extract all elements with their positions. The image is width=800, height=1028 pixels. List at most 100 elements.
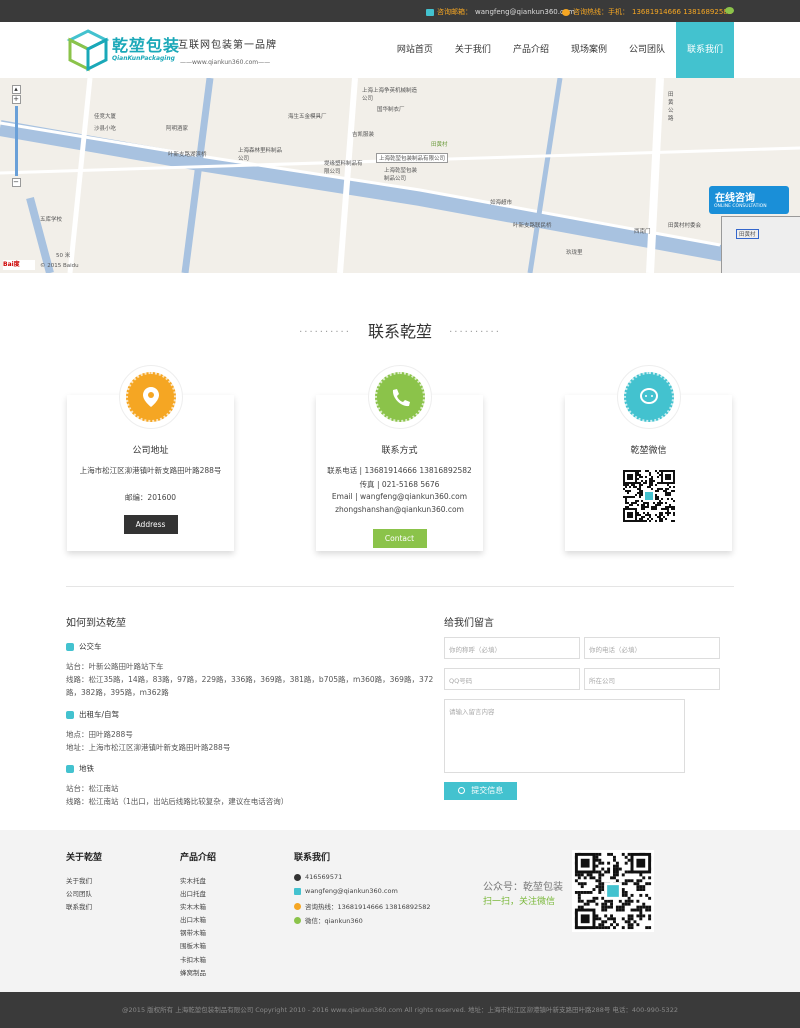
wechat-qr-code (621, 468, 677, 524)
topbar-email: 咨询邮箱： wangfeng@qiankun360.com (426, 7, 575, 17)
route-bus-lines: 线路：松江35路，14路，83路，97路，229路，336路，369路，381路… (66, 675, 434, 697)
card-line: Email | wangfeng@qiankun360.com (331, 492, 468, 501)
nav-products[interactable]: 产品介绍 (502, 22, 560, 78)
footer-link[interactable]: 出口托盘 (180, 888, 206, 898)
card-line: 联系电话 | 13681914666 13816892582 (327, 466, 472, 475)
footer-link[interactable]: 卡扣木箱 (180, 954, 206, 964)
map-overview[interactable]: 田黄村 (721, 216, 800, 273)
online-subtitle: ONLINE CONSULTATION (714, 204, 767, 209)
route-taxi-addr: 地址：上海市松江区泖港镇叶新支路田叶路288号 (66, 743, 231, 752)
logo-cube-icon (66, 29, 110, 72)
map-zoom-out-button[interactable]: − (11, 178, 21, 187)
card-line: 传真 | 021-5168 5676 (359, 480, 440, 489)
header: 乾堃包装 QianKunPackaging 互联网包装第一品牌 ——www.qi… (0, 22, 800, 78)
wechat-icon (294, 916, 301, 924)
map-label: 吉凯服装 (352, 132, 375, 138)
footer-wechat: 微信：qiankun360 (294, 915, 363, 925)
map-marker-label[interactable]: 上海乾堃包装制品有限公司 (376, 153, 449, 163)
topbar-phone-label: 咨询热线：手机： (573, 8, 629, 16)
footer-link[interactable]: 实木托盘 (180, 875, 206, 885)
footer-email-value[interactable]: wangfeng@qiankun360.com (305, 887, 398, 895)
footer-product-title: 产品介绍 (180, 853, 217, 863)
top-bar: 咨询邮箱： wangfeng@qiankun360.com 咨询热线：手机： 1… (0, 0, 800, 22)
card-title: 联系方式 (381, 446, 418, 456)
logo[interactable]: 乾堃包装 QianKunPackaging 互联网包装第一品牌 ——www.qi… (66, 28, 316, 72)
phone-icon (562, 8, 570, 16)
section-title-text: 联系乾堃 (367, 322, 432, 341)
map-label: 上海上海争英机械制造公司 (362, 88, 418, 102)
wechat-icon-wrap (616, 365, 681, 429)
footer-hotline: 咨询热线：13681914666 13816892582 (294, 901, 431, 911)
footer-link[interactable]: 钢带木箱 (180, 927, 206, 937)
topbar-phone: 咨询热线：手机： 13681914666 13816892582 (562, 7, 732, 17)
company-input[interactable]: 所在公司 (584, 668, 720, 690)
footer-qr-code (572, 850, 654, 932)
map-label: 西南门 (634, 229, 651, 235)
footer-qq: 416569571 (294, 873, 342, 881)
topbar-email-label: 咨询邮箱： (437, 8, 472, 16)
map-zoom-slider[interactable] (14, 106, 18, 176)
map-label: 五库学校 (40, 217, 63, 223)
map-label: 堤缘塑料制品有限公司 (324, 161, 363, 175)
topbar-email-value[interactable]: wangfeng@qiankun360.com (475, 8, 575, 16)
map-pan-up-icon[interactable]: ▴ (11, 85, 21, 94)
map-label: 田黄公路 (668, 92, 674, 122)
route-metro-line: 线路：松江南站（1出口，出站后线路比较复杂，建议在电话咨询） (66, 797, 289, 806)
footer-link[interactable]: 围板木箱 (180, 940, 206, 950)
footer-link[interactable]: 出口木箱 (180, 914, 206, 924)
footer-link[interactable]: 实木木箱 (180, 901, 206, 911)
address-button[interactable]: Address (123, 515, 178, 534)
name-input[interactable]: 你的称呼（必填） (444, 637, 580, 659)
submit-button[interactable]: 提交信息 (444, 782, 517, 800)
contact-button[interactable]: Contact (372, 529, 427, 548)
nav-about[interactable]: 关于我们 (444, 22, 502, 78)
footer-hotline-value: 咨询热线：13681914666 13816892582 (305, 903, 431, 911)
copyright-bar: @2015 版权所有 上海乾堃包装制品有限公司 Copyright 2010 -… (0, 992, 800, 1028)
footer-link[interactable]: 蜂窝制品 (180, 967, 206, 977)
minimap-label: 田黄村 (736, 229, 759, 239)
mail-icon (426, 8, 434, 16)
map-label: 阿明酒家 (166, 126, 189, 132)
footer-email: wangfeng@qiankun360.com (294, 887, 398, 895)
nav-home[interactable]: 网站首页 (386, 22, 444, 78)
map-label: 叶新支路联民桥 (513, 223, 552, 229)
card-title: 公司地址 (132, 446, 169, 456)
map-zoom-control[interactable]: ▴ + − (8, 84, 24, 188)
map-label: 沙县小吃 (94, 126, 117, 132)
logo-text: 乾堃包装 (112, 36, 181, 55)
footer-link[interactable]: 联系我们 (66, 901, 92, 911)
route-metro-stop: 站台：松江南站 (66, 784, 119, 793)
card-address: 公司地址 上海市松江区泖港镇叶新支路田叶路288号 邮编：201600 Addr… (67, 365, 234, 551)
qq-input[interactable]: QQ号码 (444, 668, 580, 690)
map-label: 佳竞大厦 (94, 114, 117, 120)
online-consultation-button[interactable]: 在线咨询 ONLINE CONSULTATION (709, 186, 789, 214)
card-contact: 联系方式 联系电话 | 13681914666 13816892582 传真 |… (316, 365, 483, 551)
phone-input[interactable]: 你的电话（必填） (584, 637, 720, 659)
footer-contact-title: 联系我们 (294, 853, 331, 863)
metro-icon (66, 764, 74, 773)
footer-link[interactable]: 关于我们 (66, 875, 92, 885)
message-textarea[interactable]: 请输入留言内容 (444, 699, 685, 773)
nav-team[interactable]: 公司团队 (618, 22, 676, 78)
baidu-map[interactable]: ▴ + − 佳竞大厦 沙县小吃 阿明酒家 海生五金模具厂 上海上海争英机械制造公… (0, 78, 800, 273)
route-bus-stop: 站台：叶新公路田叶路站下车 (66, 662, 164, 671)
topbar-wechat[interactable] (725, 7, 734, 14)
route-metro-head: 地铁 (66, 763, 94, 774)
wechat-icon[interactable] (725, 7, 734, 14)
map-label: 叶新支路湖滨桥 (168, 152, 207, 158)
card-line: 邮编：201600 (124, 493, 177, 502)
topbar-phone-value: 13681914666 13816892582 (632, 8, 733, 16)
map-zoom-in-button[interactable]: + (11, 95, 21, 104)
footer-link[interactable]: 公司团队 (66, 888, 92, 898)
card-title: 乾堃微信 (630, 446, 667, 456)
phone-icon (374, 372, 425, 422)
route-taxi-head: 出租车/自驾 (66, 709, 119, 720)
nav-contact[interactable]: 联系我们 (675, 22, 734, 78)
route-metro-title: 地铁 (79, 764, 94, 773)
section-title: ·········· 联系乾堃 ·········· (0, 318, 800, 342)
map-label: 上海森林里料制品公司 (238, 148, 283, 162)
card-line: zhongshanshan@qiankun360.com (335, 505, 464, 514)
map-label: 国华制衣厂 (377, 107, 405, 113)
nav-cases[interactable]: 现场案例 (560, 22, 618, 78)
location-pin-icon (125, 372, 176, 422)
